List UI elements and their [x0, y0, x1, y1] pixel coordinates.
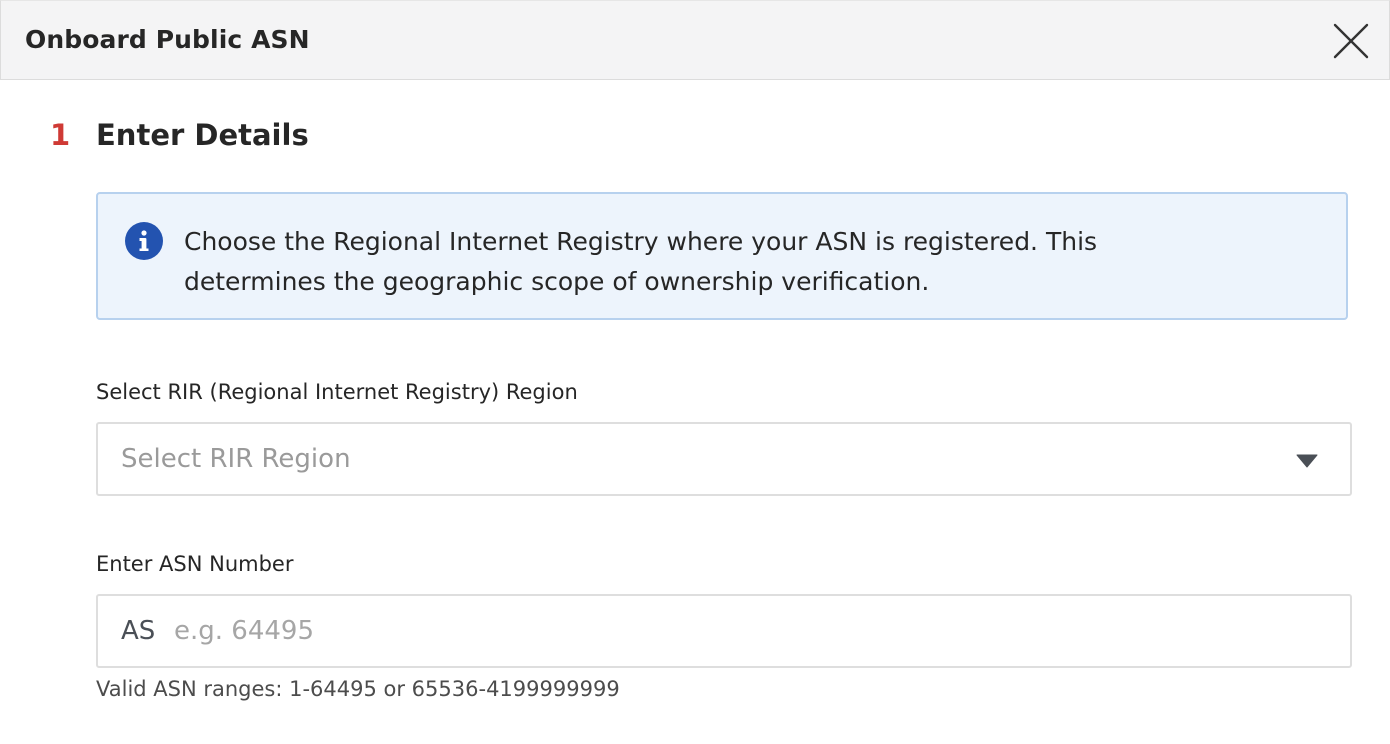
- step-title: Enter Details: [96, 118, 309, 152]
- asn-number-input[interactable]: [174, 608, 1324, 654]
- caret-down-icon: [1296, 454, 1318, 468]
- dialog-title: Onboard Public ASN: [25, 25, 310, 54]
- step-number: 1: [50, 118, 71, 152]
- asn-helper-text: Valid ASN ranges: 1-64495 or 65536-41999…: [96, 677, 620, 701]
- rir-field-label: Select RIR (Regional Internet Registry) …: [96, 380, 578, 404]
- close-button[interactable]: [1331, 21, 1371, 61]
- rir-select-placeholder: Select RIR Region: [121, 444, 351, 474]
- close-icon: [1333, 23, 1369, 59]
- info-icon: [125, 222, 163, 260]
- info-text: Choose the Regional Internet Registry wh…: [184, 227, 1098, 296]
- asn-prefix: AS: [121, 616, 156, 646]
- asn-field-label: Enter ASN Number: [96, 552, 294, 576]
- rir-region-select[interactable]: Select RIR Region: [96, 422, 1352, 496]
- asn-input-box: AS: [96, 594, 1352, 668]
- info-banner: Choose the Regional Internet Registry wh…: [96, 192, 1348, 320]
- dialog-header: Onboard Public ASN: [0, 0, 1390, 80]
